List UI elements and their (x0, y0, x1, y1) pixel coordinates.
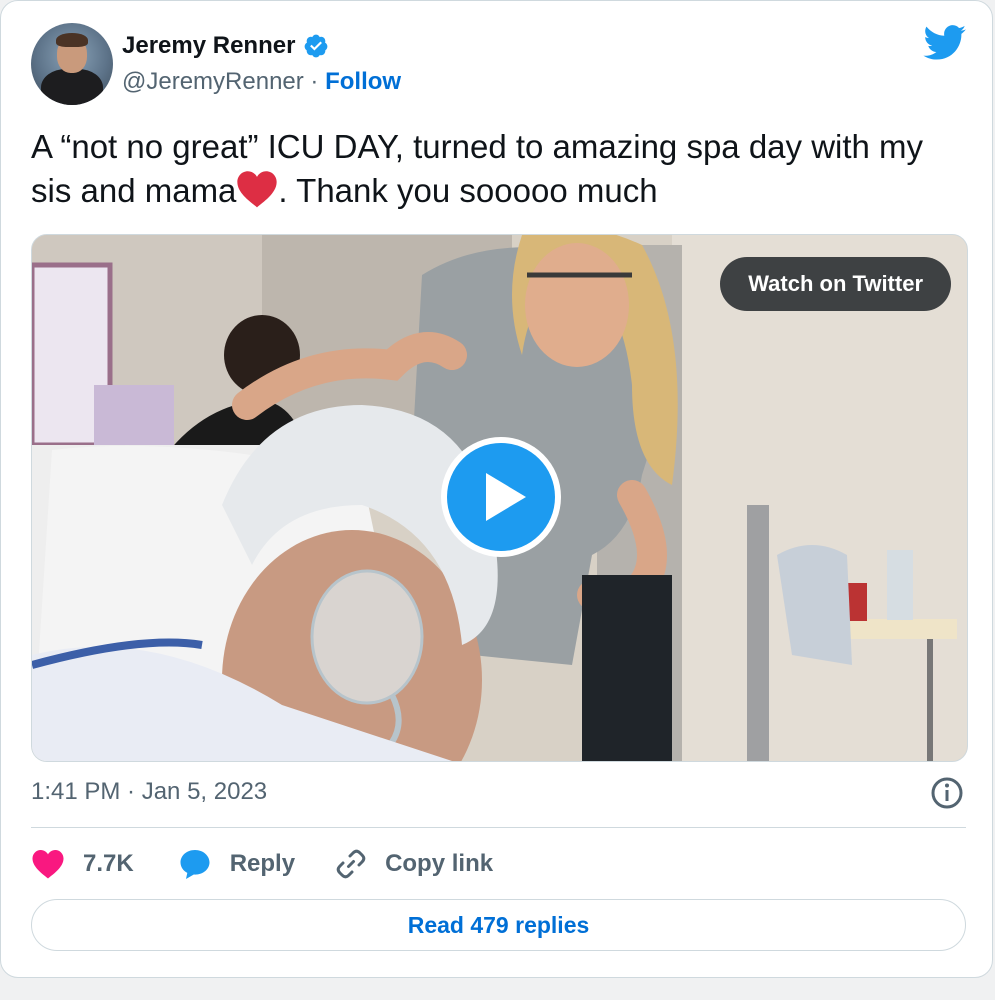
author-handle[interactable]: @JeremyRenner (122, 68, 304, 95)
action-bar: 7.7K Reply Copy link (31, 841, 493, 887)
tweet-text: A “not no great” ICU DAY, turned to amaz… (31, 125, 971, 213)
tweet-card: Jeremy Renner @JeremyRenner · Follow A “… (0, 0, 993, 978)
tweet-text-part-2: . Thank you sooooo much (278, 172, 658, 209)
heart-icon (32, 850, 64, 879)
handle-separator: · (303, 68, 326, 95)
copy-link-label: Copy link (385, 850, 494, 877)
play-icon (486, 473, 526, 521)
watch-on-twitter-button[interactable]: Watch on Twitter (720, 257, 951, 311)
red-heart-emoji-icon (237, 171, 278, 208)
follow-link[interactable]: Follow (325, 68, 401, 95)
like-count: 7.7K (83, 850, 134, 877)
divider (31, 827, 966, 828)
tweet-timestamp[interactable]: 1:41 PM · Jan 5, 2023 (31, 777, 267, 807)
avatar[interactable] (31, 23, 113, 105)
twitter-bird-icon[interactable] (923, 25, 967, 61)
play-button[interactable] (441, 437, 561, 557)
link-icon (336, 849, 366, 879)
reply-bubble-icon (180, 850, 210, 879)
author-name[interactable]: Jeremy Renner (122, 31, 295, 61)
verified-badge-icon (305, 34, 328, 58)
video-media[interactable]: Watch on Twitter (31, 234, 968, 762)
author-handle-row: @JeremyRenner · Follow (122, 67, 401, 97)
author-name-row: Jeremy Renner (122, 31, 329, 61)
copy-link-button[interactable]: Copy link (335, 848, 493, 880)
reply-button[interactable]: Reply (178, 847, 295, 881)
read-replies-button[interactable]: Read 479 replies (31, 899, 966, 951)
reply-label: Reply (229, 850, 296, 877)
info-icon[interactable] (930, 776, 964, 810)
like-button[interactable]: 7.7K (31, 849, 134, 879)
